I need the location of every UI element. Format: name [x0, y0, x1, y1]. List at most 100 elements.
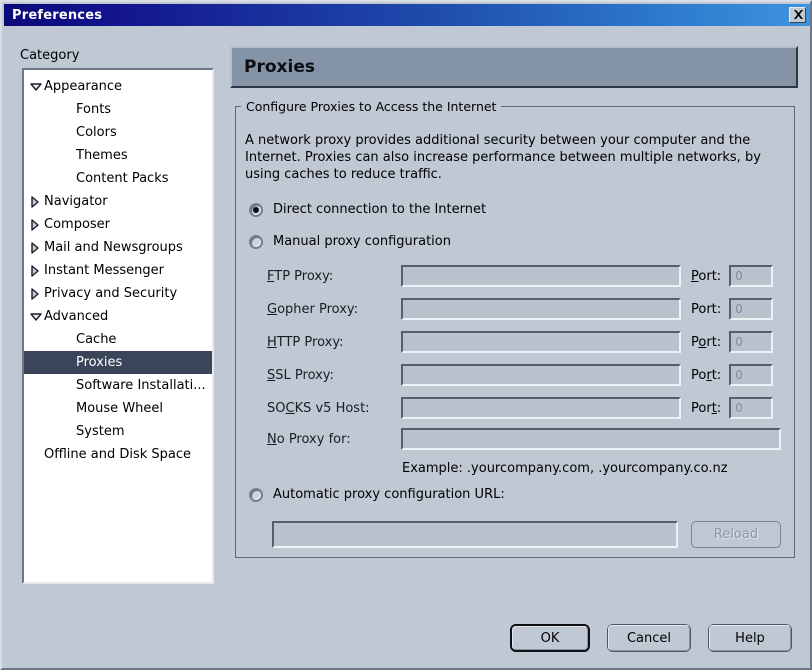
ok-button-inner: OK: [512, 626, 588, 650]
radio-indicator-direct: [249, 202, 263, 217]
auto-config-url-input[interactable]: [272, 521, 678, 548]
sidebar-item-label: Proxies: [76, 355, 123, 370]
auto-url-row: [272, 521, 678, 548]
label-post: opher Proxy:: [277, 301, 359, 317]
radio-automatic-proxy[interactable]: Automatic proxy configuration URL:: [249, 487, 505, 502]
radio-direct-connection[interactable]: Direct connection to the Internet: [249, 202, 486, 217]
twisty-collapsed-icon[interactable]: [30, 218, 44, 231]
radio-indicator-manual: [249, 234, 263, 249]
proxy-field-label: SSL Proxy:: [267, 368, 401, 383]
proxy-host-input[interactable]: [401, 331, 681, 353]
sidebar-item-mail-and-newsgroups[interactable]: Mail and Newsgroups: [24, 236, 212, 259]
sidebar-item-colors[interactable]: Colors: [24, 121, 212, 144]
twisty-collapsed-icon[interactable]: [30, 195, 44, 208]
fieldset-legend: Configure Proxies to Access the Internet: [241, 99, 502, 114]
port-label-pre: Po: [691, 367, 707, 383]
proxy-host-input[interactable]: [401, 364, 681, 386]
sidebar-item-label: Navigator: [44, 194, 108, 209]
no-proxy-example: Example: .yourcompany.com, .yourcompany.…: [402, 461, 728, 476]
no-proxy-label-key: N: [267, 431, 277, 447]
no-proxy-input[interactable]: [401, 428, 781, 450]
sidebar-item-system[interactable]: System: [24, 420, 212, 443]
proxy-row: FTP Proxy: Port: 0: [267, 265, 774, 287]
proxy-description: A network proxy provides additional secu…: [245, 133, 761, 182]
category-tree[interactable]: Appearance Fonts Colors Themes Content Packs…: [22, 68, 214, 584]
radio-label-direct: Direct connection to the Internet: [273, 202, 487, 217]
sidebar-item-composer[interactable]: Composer: [24, 213, 212, 236]
port-label-post: :: [716, 400, 722, 416]
sidebar-item-advanced[interactable]: Advanced: [24, 305, 212, 328]
proxy-host-input[interactable]: [401, 265, 681, 287]
sidebar-item-label: Mail and Newsgroups: [44, 240, 183, 255]
label-post: TTP Proxy:: [276, 334, 344, 350]
twisty-expanded-icon[interactable]: [30, 311, 44, 323]
label-post: TP Proxy:: [274, 268, 334, 284]
sidebar-item-proxies[interactable]: Proxies: [24, 351, 212, 374]
twisty-collapsed-icon[interactable]: [30, 287, 44, 300]
label-post: SL Proxy:: [275, 367, 334, 383]
proxy-row: HTTP Proxy: Port: 0: [267, 331, 774, 353]
sidebar-item-label: Advanced: [44, 309, 109, 324]
radio-label-manual: Manual proxy configuration: [273, 234, 451, 249]
twisty-expanded-icon[interactable]: [30, 81, 44, 93]
proxy-port-input[interactable]: 0: [729, 298, 774, 320]
sidebar-item-label: Colors: [76, 125, 117, 140]
port-label-post: rt:: [706, 334, 722, 350]
sidebar-item-appearance[interactable]: Appearance: [24, 75, 212, 98]
no-proxy-label: No Proxy for:: [267, 432, 401, 447]
close-button[interactable]: [789, 7, 806, 23]
reload-button[interactable]: Reload: [691, 521, 781, 548]
sidebar-item-label: Privacy and Security: [44, 286, 178, 301]
sidebar-item-label: Instant Messenger: [44, 263, 164, 278]
radio-manual-proxy[interactable]: Manual proxy configuration: [249, 234, 451, 249]
proxy-port-input[interactable]: 0: [729, 364, 774, 386]
help-button[interactable]: Help: [708, 624, 792, 652]
port-label: Port:: [691, 269, 721, 284]
port-label-post: ort:: [698, 268, 722, 284]
sidebar-item-label: Cache: [76, 332, 117, 347]
sidebar-item-offline-and-disk-space[interactable]: Offline and Disk Space: [24, 443, 212, 466]
twisty-collapsed-icon[interactable]: [30, 241, 44, 254]
sidebar-item-themes[interactable]: Themes: [24, 144, 212, 167]
sidebar-item-instant-messenger[interactable]: Instant Messenger: [24, 259, 212, 282]
sidebar-item-privacy-and-security[interactable]: Privacy and Security: [24, 282, 212, 305]
proxy-field-label: HTTP Proxy:: [267, 335, 401, 350]
sidebar-item-content-packs[interactable]: Content Packs: [24, 167, 212, 190]
sidebar-item-cache[interactable]: Cache: [24, 328, 212, 351]
proxy-port-input[interactable]: 0: [729, 397, 774, 419]
port-label: Port:: [691, 401, 721, 416]
twisty-collapsed-icon[interactable]: [30, 264, 44, 277]
proxy-field-label: FTP Proxy:: [267, 269, 401, 284]
proxy-port-input[interactable]: 0: [729, 265, 774, 287]
sidebar-item-fonts[interactable]: Fonts: [24, 98, 212, 121]
no-proxy-row: No Proxy for:: [267, 428, 781, 450]
proxy-row: SSL Proxy: Port: 0: [267, 364, 774, 386]
panel-header: Proxies: [230, 46, 798, 88]
sidebar-item-software-installati[interactable]: Software Installati...: [24, 374, 212, 397]
proxy-host-input[interactable]: [401, 298, 681, 320]
sidebar-item-label: Mouse Wheel: [76, 401, 164, 416]
proxy-row: Gopher Proxy: Port: 0: [267, 298, 774, 320]
port-label: Port:: [691, 335, 721, 350]
label-accesskey: H: [267, 334, 277, 350]
category-tree-list: Appearance Fonts Colors Themes Content Packs…: [24, 70, 212, 466]
sidebar-item-navigator[interactable]: Navigator: [24, 190, 212, 213]
window-title: Preferences: [12, 7, 103, 23]
proxy-port-input[interactable]: 0: [729, 331, 774, 353]
cancel-button[interactable]: Cancel: [607, 624, 691, 652]
proxy-host-input[interactable]: [401, 397, 681, 419]
label-accesskey: C: [285, 400, 295, 416]
category-label: Category: [20, 48, 80, 63]
help-button-inner: Help: [709, 625, 791, 651]
ok-button[interactable]: OK: [510, 624, 590, 652]
sidebar-item-mouse-wheel[interactable]: Mouse Wheel: [24, 397, 212, 420]
sidebar-item-label: System: [76, 424, 125, 439]
port-label-post: t:: [711, 367, 722, 383]
cancel-button-label: Cancel: [626, 630, 672, 646]
